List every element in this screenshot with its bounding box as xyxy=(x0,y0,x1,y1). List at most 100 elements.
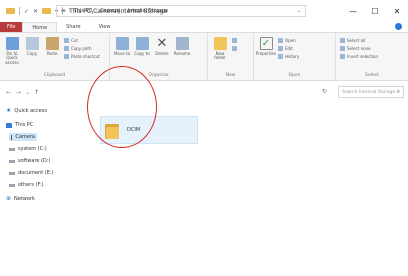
invert-selection-icon xyxy=(340,54,345,59)
pin-quick-access-button[interactable]: Pin to Quick access xyxy=(4,37,20,65)
open-group-label: Open xyxy=(288,73,301,78)
window-controls: — ☐ ✕ xyxy=(342,0,408,22)
address-dropdown-icon[interactable]: ⌄ xyxy=(297,8,301,14)
annotation-circle xyxy=(87,66,157,148)
new-small-buttons xyxy=(232,37,237,51)
cut-icon xyxy=(64,38,69,43)
edit-icon xyxy=(278,46,283,51)
rename-button[interactable]: Rename xyxy=(174,37,190,56)
select-group: Select all Select none Invert selection … xyxy=(336,33,408,80)
select-all-button[interactable]: Select all xyxy=(340,38,378,43)
address-bar[interactable]: ▬ › This PC › Camera › Internal Storage … xyxy=(56,5,306,17)
invert-selection-label: Invert selection xyxy=(347,54,379,59)
drive-icon xyxy=(9,183,15,187)
move-to-button[interactable]: Move to xyxy=(114,37,130,56)
nav-item-label: system (C:) xyxy=(18,146,47,152)
edit-button[interactable]: Edit xyxy=(278,46,299,51)
copy-label: Copy xyxy=(26,51,38,56)
new-group-label: New xyxy=(225,73,236,78)
rename-label: Rename xyxy=(173,51,191,56)
up-button[interactable]: ↑ xyxy=(34,89,39,96)
cut-button[interactable]: Cut xyxy=(64,38,100,43)
nav-item-label: others (F:) xyxy=(18,182,44,188)
paste-shortcut-label: Paste shortcut xyxy=(71,54,100,59)
history-button[interactable]: History xyxy=(278,54,299,59)
tab-file[interactable]: File xyxy=(0,22,23,32)
forward-button[interactable]: → xyxy=(16,89,21,96)
maximize-button[interactable]: ☐ xyxy=(364,0,386,22)
select-all-label: Select all xyxy=(347,38,366,43)
refresh-button[interactable]: ↻ xyxy=(322,88,327,95)
paste-button[interactable]: Paste xyxy=(44,37,60,56)
ribbon: Pin to Quick access Copy Paste Cut Copy … xyxy=(0,33,408,81)
pin-icon xyxy=(5,37,19,50)
new-folder-icon[interactable] xyxy=(42,8,52,14)
open-label: Open xyxy=(285,38,296,43)
copy-button[interactable]: Copy xyxy=(24,37,40,56)
select-none-icon xyxy=(340,46,345,51)
nav-item-label: Network xyxy=(14,195,35,202)
recent-locations-button[interactable]: ⌄ xyxy=(25,89,30,96)
delete-button[interactable]: ✕ Delete xyxy=(154,37,170,56)
quick-access-toolbar: ✓ ✕ ▾ xyxy=(6,7,64,15)
divider xyxy=(19,7,20,15)
tab-share[interactable]: Share xyxy=(57,22,89,32)
move-to-label: Move to xyxy=(114,51,131,56)
select-none-label: Select none xyxy=(347,46,371,51)
minimize-button[interactable]: — xyxy=(342,0,364,22)
new-item-button[interactable] xyxy=(232,38,237,43)
easy-access-button[interactable] xyxy=(232,46,237,51)
nav-item-camera[interactable]: Camera xyxy=(9,133,37,141)
nav-item-quick-access[interactable]: ★ Quick access xyxy=(6,107,47,114)
folder-icon xyxy=(6,8,15,14)
camera-device-icon xyxy=(11,134,13,140)
nav-item-label: Quick access xyxy=(14,107,47,114)
paste-label: Paste xyxy=(46,51,58,56)
nav-item-drive-d[interactable]: software (D:) xyxy=(9,158,51,164)
pin-label: Pin to Quick access xyxy=(5,51,19,65)
search-input[interactable]: Search Internal Storage ⌕ xyxy=(338,86,404,98)
nav-item-network[interactable]: ⊕ Network xyxy=(6,195,35,202)
nav-item-label: This PC xyxy=(15,122,34,128)
copy-to-icon xyxy=(135,37,149,50)
clipboard-small-buttons: Cut Copy path Paste shortcut xyxy=(64,37,100,59)
properties-button[interactable]: ✓ Properties xyxy=(256,37,276,56)
open-button[interactable]: Open xyxy=(278,38,299,43)
copy-to-label: Copy to xyxy=(134,51,150,56)
delete-label: Delete xyxy=(155,51,169,56)
back-button[interactable]: ← xyxy=(6,89,11,96)
nav-item-this-pc[interactable]: This PC xyxy=(6,122,33,128)
breadcrumb-this-pc[interactable]: This PC xyxy=(74,8,92,14)
help-icon[interactable] xyxy=(395,23,402,30)
nav-item-label: document (E:) xyxy=(18,170,54,176)
navigation-pane: ★ Quick access This PC Camera system (C:… xyxy=(0,103,100,276)
copy-path-button[interactable]: Copy path xyxy=(64,46,100,51)
select-group-label: Select xyxy=(365,73,379,78)
computer-icon xyxy=(6,122,12,128)
select-none-button[interactable]: Select none xyxy=(340,46,378,51)
copy-to-button[interactable]: Copy to xyxy=(134,37,150,56)
paste-shortcut-button[interactable]: Paste shortcut xyxy=(64,54,100,59)
search-icon: ⌕ xyxy=(396,88,400,95)
open-small-buttons: Open Edit History xyxy=(278,37,299,59)
edit-label: Edit xyxy=(285,46,293,51)
new-folder-button[interactable]: New folder xyxy=(212,37,228,61)
breadcrumb-camera[interactable]: Camera xyxy=(100,8,120,14)
breadcrumb-separator: › xyxy=(95,8,98,14)
star-icon: ★ xyxy=(6,107,12,114)
nav-item-drive-e[interactable]: document (E:) xyxy=(9,170,54,176)
open-group: ✓ Properties Open Edit History Open xyxy=(254,33,336,80)
tab-view[interactable]: View xyxy=(90,22,120,32)
properties-check-icon[interactable]: ✓ xyxy=(24,8,29,15)
tab-home[interactable]: Home xyxy=(22,22,58,32)
nav-item-label: Camera xyxy=(15,134,35,140)
delete-x-icon[interactable]: ✕ xyxy=(33,8,38,15)
close-button[interactable]: ✕ xyxy=(386,0,408,22)
properties-check-icon: ✓ xyxy=(259,37,273,50)
rename-icon xyxy=(175,37,189,50)
nav-item-drive-c[interactable]: system (C:) xyxy=(9,146,47,152)
nav-item-drive-f[interactable]: others (F:) xyxy=(9,182,44,188)
invert-selection-button[interactable]: Invert selection xyxy=(340,54,378,59)
breadcrumb-internal-storage[interactable]: Internal Storage xyxy=(128,8,168,14)
move-to-icon xyxy=(115,37,129,50)
